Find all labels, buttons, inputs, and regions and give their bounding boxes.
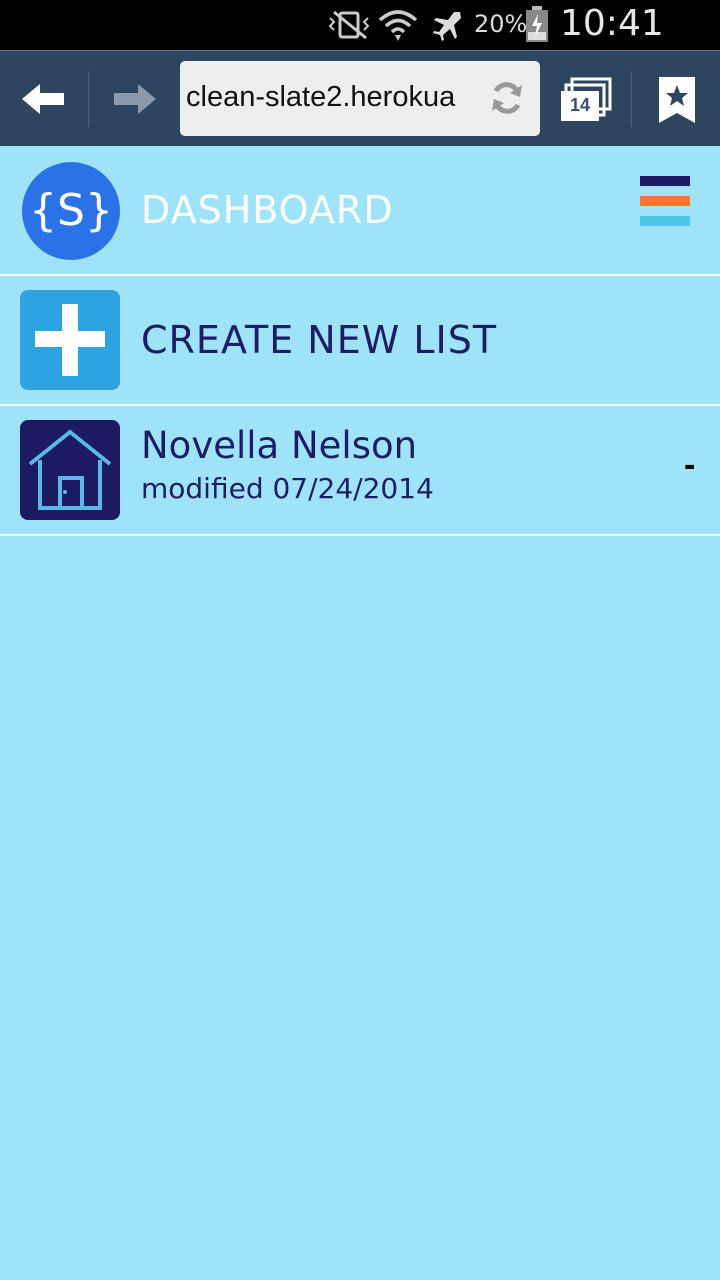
menu-bar-navy [640, 176, 690, 186]
address-bar[interactable]: clean-slate2.herokua [180, 61, 540, 136]
page-title: DASHBOARD [141, 188, 394, 232]
list-item[interactable]: Novella Nelson modified 07/24/2014 - [0, 406, 720, 536]
status-bar: 20% 10:41 AM [0, 0, 720, 85]
list-modified-date: modified 07/24/2014 [141, 472, 434, 505]
toolbar-divider [631, 71, 632, 127]
bookmark-icon[interactable] [657, 75, 697, 130]
tab-count: 14 [569, 95, 591, 115]
url-text[interactable]: clean-slate2.herokua [186, 81, 486, 114]
delete-list-button[interactable]: - [684, 446, 695, 485]
list-name[interactable]: Novella Nelson [141, 424, 417, 467]
battery-percent: 20% [474, 10, 528, 38]
menu-bar-orange [640, 196, 690, 206]
airplane-icon [430, 8, 464, 47]
dashboard-header: {S} DASHBOARD [0, 146, 720, 276]
app-logo[interactable]: {S} [22, 162, 120, 260]
wifi-icon [378, 8, 418, 49]
forward-arrow-icon[interactable] [112, 81, 158, 122]
reload-icon[interactable] [488, 79, 526, 122]
house-icon [20, 420, 120, 520]
browser-toolbar: clean-slate2.herokua 14 [0, 50, 720, 146]
battery-icon [524, 6, 550, 49]
vibrate-mute-icon [326, 8, 374, 47]
menu-bar-cyan [640, 216, 690, 226]
create-new-list-button[interactable]: CREATE NEW LIST [0, 276, 720, 406]
toolbar-divider [88, 71, 89, 127]
tabs-icon[interactable]: 14 [560, 77, 614, 123]
create-new-list-label[interactable]: CREATE NEW LIST [141, 318, 497, 362]
back-arrow-icon[interactable] [20, 81, 66, 122]
plus-icon[interactable] [20, 290, 120, 390]
hamburger-menu-icon[interactable] [640, 176, 690, 228]
